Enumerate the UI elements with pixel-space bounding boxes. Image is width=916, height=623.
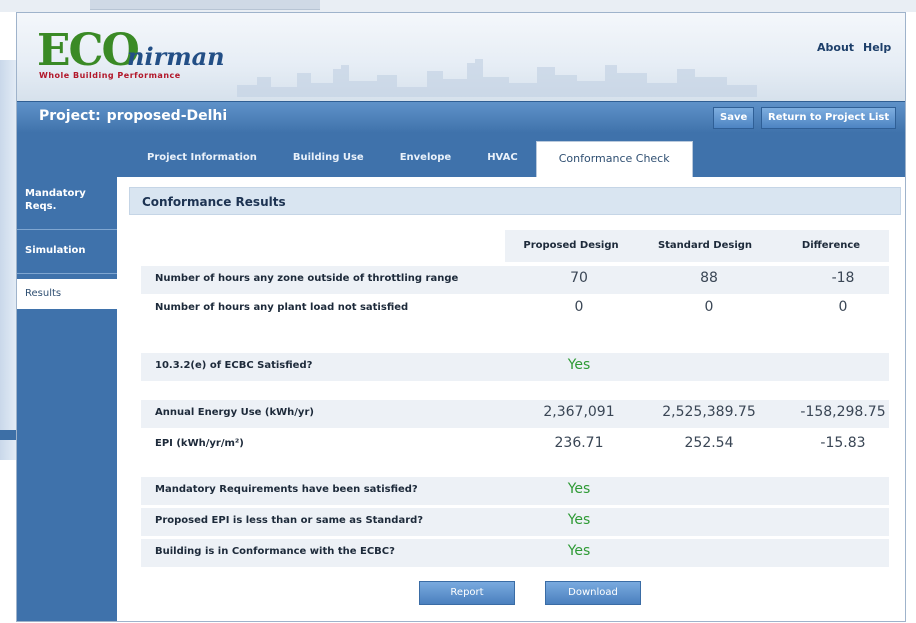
row-label: Number of hours any plant load not satis… <box>155 302 409 313</box>
proposed-value: 2,367,091 <box>543 404 615 420</box>
row-label: EPI (kWh/yr/m²) <box>155 438 244 449</box>
city-skyline-graphic <box>237 59 757 97</box>
difference-value: -158,298.75 <box>800 404 886 420</box>
proposed-value: Yes <box>567 543 591 559</box>
table-row: Number of hours any plant load not satis… <box>141 295 889 323</box>
table-row: Mandatory Requirements have been satisfi… <box>141 477 889 505</box>
tab-envelope[interactable]: Envelope <box>382 141 470 177</box>
standard-value: 88 <box>700 270 718 286</box>
project-name: proposed-Delhi <box>106 108 228 124</box>
tab-hvac[interactable]: HVAC <box>469 141 536 177</box>
project-label: Project: <box>39 108 101 124</box>
project-bar: Project: proposed-Delhi Save Return to Pr… <box>17 101 905 133</box>
sidebar-item-results[interactable]: Results <box>17 279 117 309</box>
app-window: ECO nirman Whole Building Performance Ab… <box>16 12 906 622</box>
help-link[interactable]: Help <box>863 41 891 54</box>
table-row: Number of hours any zone outside of thro… <box>141 266 889 294</box>
column-header-difference: Difference <box>773 230 889 262</box>
project-title: Project: proposed-Delhi <box>39 108 233 124</box>
table-row: Annual Energy Use (kWh/yr) 2,367,091 2,5… <box>141 400 889 428</box>
tab-building-use[interactable]: Building Use <box>275 141 382 177</box>
standard-value: 252.54 <box>684 435 734 451</box>
tab-project-information[interactable]: Project Information <box>129 141 275 177</box>
sidebar-divider <box>17 229 117 230</box>
report-button[interactable]: Report <box>419 581 515 605</box>
row-label: Number of hours any zone outside of thro… <box>155 273 459 284</box>
tab-conformance-check[interactable]: Conformance Check <box>535 141 693 177</box>
standard-value: 0 <box>704 299 714 315</box>
about-link[interactable]: About <box>817 41 854 54</box>
row-label: Annual Energy Use (kWh/yr) <box>155 407 314 418</box>
logo-nirman: nirman <box>127 42 225 71</box>
return-to-project-list-button[interactable]: Return to Project List <box>761 107 897 129</box>
row-label: 10.3.2(e) of ECBC Satisfied? <box>155 360 313 371</box>
row-label: Building is in Conformance with the ECBC… <box>155 546 395 557</box>
proposed-value: Yes <box>567 357 591 373</box>
proposed-value: Yes <box>567 481 591 497</box>
table-row: Proposed EPI is less than or same as Sta… <box>141 508 889 536</box>
difference-value: 0 <box>838 299 848 315</box>
section-title: Conformance Results <box>129 187 901 215</box>
background-window-strip <box>90 0 320 10</box>
eco-nirman-logo: ECO nirman Whole Building Performance <box>37 25 257 85</box>
row-label: Proposed EPI is less than or same as Sta… <box>155 515 424 526</box>
download-button[interactable]: Download <box>545 581 641 605</box>
sidebar-item-simulation[interactable]: Simulation <box>17 237 117 265</box>
logo-eco: ECO <box>37 25 140 76</box>
table-row: 10.3.2(e) of ECBC Satisfied? Yes <box>141 353 889 381</box>
logo-tagline: Whole Building Performance <box>39 71 181 80</box>
proposed-value: 0 <box>574 299 584 315</box>
proposed-value: Yes <box>567 512 591 528</box>
main-content: Conformance Results Proposed Design Stan… <box>125 177 903 621</box>
table-row: Building is in Conformance with the ECBC… <box>141 539 889 567</box>
save-button[interactable]: Save <box>713 107 755 129</box>
tab-list: Project Information Building Use Envelop… <box>129 141 693 177</box>
column-header-standard: Standard Design <box>637 230 773 262</box>
sidebar: Mandatory Reqs. Simulation Results <box>17 177 117 621</box>
tab-strip: Project Information Building Use Envelop… <box>17 133 905 177</box>
proposed-value: 236.71 <box>554 435 604 451</box>
header: ECO nirman Whole Building Performance Ab… <box>17 13 905 101</box>
row-label: Mandatory Requirements have been satisfi… <box>155 484 418 495</box>
proposed-value: 70 <box>570 270 588 286</box>
standard-value: 2,525,389.75 <box>662 404 756 420</box>
difference-value: -18 <box>831 270 855 286</box>
sidebar-item-mandatory-reqs[interactable]: Mandatory Reqs. <box>17 187 97 213</box>
table-row: EPI (kWh/yr/m²) 236.71 252.54 -15.83 <box>141 431 889 459</box>
sidebar-divider <box>17 273 117 274</box>
difference-value: -15.83 <box>820 435 866 451</box>
column-header-proposed: Proposed Design <box>505 230 637 262</box>
